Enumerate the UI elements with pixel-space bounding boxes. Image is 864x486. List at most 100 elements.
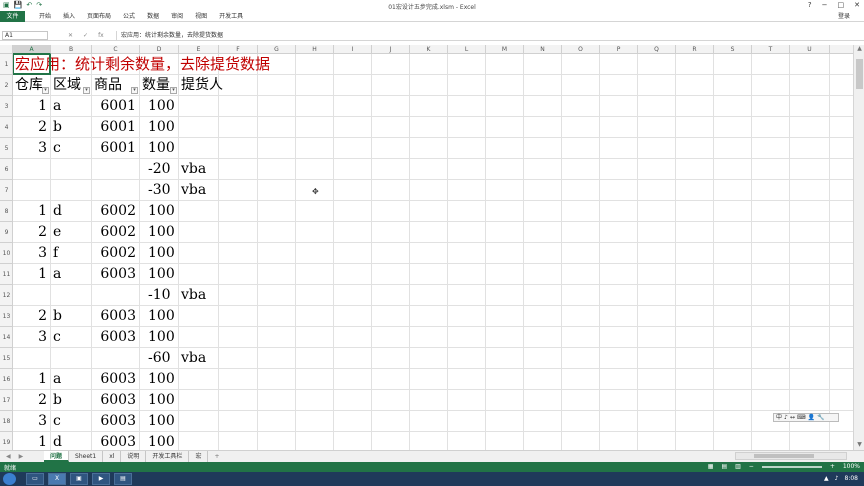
file-tab[interactable]: 文件: [0, 11, 25, 22]
prev-sheet-icon[interactable]: ◀: [6, 453, 11, 460]
column-header-m[interactable]: M: [486, 45, 524, 54]
cell-c[interactable]: [92, 159, 136, 180]
cell-e[interactable]: [181, 390, 221, 411]
cell-a[interactable]: 1: [13, 264, 47, 285]
row-header-3[interactable]: 3: [0, 96, 13, 117]
ribbon-tab-4[interactable]: 数据: [141, 11, 165, 22]
cell-c[interactable]: 6003: [92, 411, 136, 432]
name-box[interactable]: A1: [2, 31, 48, 40]
cell-b[interactable]: b: [53, 306, 94, 327]
cell-c[interactable]: 6002: [92, 201, 136, 222]
header-cell-4[interactable]: 提货人: [181, 75, 241, 96]
cell-c[interactable]: [92, 180, 136, 201]
cell-e[interactable]: [181, 369, 221, 390]
ime-item-5[interactable]: 🔧: [817, 414, 824, 421]
cell-a[interactable]: 2: [13, 117, 47, 138]
cell-a[interactable]: 3: [13, 411, 47, 432]
column-header-a[interactable]: A: [13, 45, 51, 54]
folder-icon[interactable]: ▤: [114, 473, 132, 485]
cell-b[interactable]: a: [53, 264, 94, 285]
sheet-tab-0[interactable]: 问题: [44, 451, 70, 462]
cell-a[interactable]: [13, 180, 47, 201]
cell-b[interactable]: [53, 159, 94, 180]
cell-c[interactable]: 6003: [92, 390, 136, 411]
insert-function-icon[interactable]: fx: [98, 31, 104, 40]
ribbon-tab-1[interactable]: 插入: [57, 11, 81, 22]
media-icon[interactable]: ▶: [92, 473, 110, 485]
excel-taskbar-icon[interactable]: X: [48, 473, 66, 485]
cell-a[interactable]: 2: [13, 390, 47, 411]
sheet-tab-5[interactable]: 宏: [189, 451, 209, 462]
cell-c[interactable]: 6002: [92, 243, 136, 264]
title-cell[interactable]: 宏应用：统计剩余数量，去除提货数据: [15, 54, 415, 75]
sheet-tab-3[interactable]: 说明: [121, 451, 147, 462]
filter-dropdown-icon[interactable]: ▾: [42, 87, 49, 94]
cell-a[interactable]: 1: [13, 369, 47, 390]
normal-view-icon[interactable]: ▦: [708, 463, 714, 470]
enter-icon[interactable]: ✓: [83, 31, 88, 40]
cell-a[interactable]: 3: [13, 243, 47, 264]
filter-dropdown-icon[interactable]: ▾: [131, 87, 138, 94]
zoom-in-icon[interactable]: +: [830, 463, 835, 470]
column-header-o[interactable]: O: [562, 45, 600, 54]
cell-e[interactable]: [181, 201, 221, 222]
zoom-out-icon[interactable]: −: [749, 463, 754, 470]
cell-b[interactable]: b: [53, 117, 94, 138]
cell-a[interactable]: 3: [13, 327, 47, 348]
start-button[interactable]: [3, 473, 16, 485]
cell-a[interactable]: [13, 159, 47, 180]
cell-a[interactable]: 1: [13, 201, 47, 222]
maximize-button[interactable]: □: [838, 1, 845, 9]
cell-c[interactable]: 6003: [92, 369, 136, 390]
ime-item-3[interactable]: ⌨: [797, 414, 806, 421]
row-header-14[interactable]: 14: [0, 327, 13, 348]
scroll-thumb[interactable]: [856, 59, 863, 89]
column-header-d[interactable]: D: [140, 45, 179, 54]
cell-b[interactable]: b: [53, 390, 94, 411]
cell-c[interactable]: 6001: [92, 96, 136, 117]
cell-b[interactable]: e: [53, 222, 94, 243]
cell-b[interactable]: a: [53, 96, 94, 117]
cell-b[interactable]: c: [53, 327, 94, 348]
row-header-8[interactable]: 8: [0, 201, 13, 222]
ribbon-tab-5[interactable]: 审阅: [165, 11, 189, 22]
hscroll-thumb[interactable]: [754, 454, 814, 458]
column-header-s[interactable]: S: [714, 45, 752, 54]
page-break-icon[interactable]: ▥: [735, 463, 741, 470]
row-header-12[interactable]: 12: [0, 285, 13, 306]
help-button[interactable]: ?: [808, 1, 812, 9]
sheet-tab-2[interactable]: xl: [103, 451, 122, 462]
cell-c[interactable]: 6003: [92, 264, 136, 285]
app-icon[interactable]: ▣: [70, 473, 88, 485]
volume-icon[interactable]: ♪: [835, 475, 839, 482]
cell-b[interactable]: d: [53, 432, 94, 450]
column-header-n[interactable]: N: [524, 45, 562, 54]
row-header-15[interactable]: 15: [0, 348, 13, 369]
ribbon-tab-0[interactable]: 开始: [33, 11, 57, 22]
cell-e[interactable]: [181, 411, 221, 432]
cell-b[interactable]: [53, 180, 94, 201]
cell-e[interactable]: [181, 138, 221, 159]
cell-e[interactable]: [181, 222, 221, 243]
cell-e[interactable]: vba: [181, 159, 221, 180]
cell-c[interactable]: 6002: [92, 222, 136, 243]
cell-a[interactable]: 2: [13, 222, 47, 243]
row-header-9[interactable]: 9: [0, 222, 13, 243]
column-header-t[interactable]: T: [752, 45, 790, 54]
filter-dropdown-icon[interactable]: ▾: [170, 87, 177, 94]
column-header-g[interactable]: G: [258, 45, 296, 54]
ribbon-tab-3[interactable]: 公式: [117, 11, 141, 22]
ribbon-tab-6[interactable]: 视图: [189, 11, 213, 22]
sheet-tab-4[interactable]: 开发工具栏: [146, 451, 190, 462]
row-header-2[interactable]: 2: [0, 75, 13, 96]
ime-toolbar[interactable]: 中 ♪ ↔ ⌨ 👤 🔧: [773, 413, 839, 422]
cell-a[interactable]: [13, 348, 47, 369]
cell-e[interactable]: [181, 243, 221, 264]
cell-c[interactable]: 6003: [92, 327, 136, 348]
cell-e[interactable]: [181, 117, 221, 138]
cell-e[interactable]: vba: [181, 285, 221, 306]
row-header-10[interactable]: 10: [0, 243, 13, 264]
cell-a[interactable]: 2: [13, 306, 47, 327]
row-header-11[interactable]: 11: [0, 264, 13, 285]
ribbon-tab-7[interactable]: 开发工具: [213, 11, 249, 22]
